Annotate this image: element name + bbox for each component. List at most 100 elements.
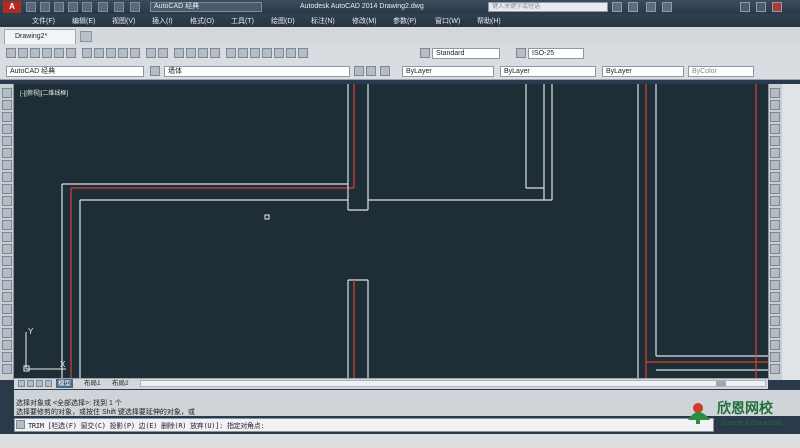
autocad-logo-icon[interactable]: A bbox=[3, 1, 21, 13]
modify-tool-icon[interactable] bbox=[770, 136, 780, 146]
menu-view[interactable]: 视图(V) bbox=[112, 16, 135, 26]
modify-tool-icon[interactable] bbox=[770, 148, 780, 158]
exchange-icon[interactable] bbox=[646, 2, 656, 12]
undo-icon[interactable] bbox=[98, 2, 108, 12]
close-icon[interactable] bbox=[772, 2, 782, 12]
draw-tool-icon[interactable] bbox=[2, 364, 12, 374]
layer-previous-icon[interactable] bbox=[366, 66, 376, 76]
modify-tool-icon[interactable] bbox=[770, 352, 780, 362]
color-combo[interactable]: ByLayer bbox=[402, 66, 494, 77]
tab-drawing2[interactable]: Drawing2* bbox=[4, 29, 76, 44]
first-tab-icon[interactable] bbox=[18, 380, 25, 387]
zoom-realtime-icon[interactable] bbox=[186, 48, 196, 58]
draw-tool-icon[interactable] bbox=[2, 304, 12, 314]
scrollbar-thumb[interactable] bbox=[716, 381, 726, 386]
save-as-icon[interactable] bbox=[68, 2, 78, 12]
draw-tool-icon[interactable] bbox=[2, 280, 12, 290]
menu-help[interactable]: 帮助(H) bbox=[477, 16, 501, 26]
draw-tool-icon[interactable] bbox=[2, 256, 12, 266]
menu-draw[interactable]: 绘图(D) bbox=[271, 16, 295, 26]
save-icon[interactable] bbox=[30, 48, 40, 58]
modify-tool-icon[interactable] bbox=[770, 364, 780, 374]
copy-icon[interactable] bbox=[94, 48, 104, 58]
menu-dimension[interactable]: 标注(N) bbox=[311, 16, 335, 26]
menu-tools[interactable]: 工具(T) bbox=[231, 16, 254, 26]
modify-tool-icon[interactable] bbox=[770, 292, 780, 302]
quick-access-dropdown-icon[interactable] bbox=[130, 2, 140, 12]
properties-icon[interactable] bbox=[226, 48, 236, 58]
pan-icon[interactable] bbox=[174, 48, 184, 58]
minimize-icon[interactable] bbox=[740, 2, 750, 12]
tool-palettes-icon[interactable] bbox=[250, 48, 260, 58]
menu-parametric[interactable]: 参数(P) bbox=[393, 16, 416, 26]
draw-tool-icon[interactable] bbox=[2, 172, 12, 182]
menu-modify[interactable]: 修改(M) bbox=[352, 16, 377, 26]
workspace-selector[interactable]: AutoCAD 经典 bbox=[150, 2, 262, 12]
menu-format[interactable]: 格式(O) bbox=[190, 16, 214, 26]
menu-file[interactable]: 文件(F) bbox=[32, 16, 55, 26]
zoom-previous-icon[interactable] bbox=[210, 48, 220, 58]
draw-tool-icon[interactable] bbox=[2, 184, 12, 194]
open-icon[interactable] bbox=[18, 48, 28, 58]
layer-state-icon[interactable] bbox=[380, 66, 390, 76]
command-close-icon[interactable] bbox=[16, 420, 25, 429]
modify-tool-icon[interactable] bbox=[770, 184, 780, 194]
draw-tool-icon[interactable] bbox=[2, 100, 12, 110]
match-properties-icon[interactable] bbox=[118, 48, 128, 58]
publish-icon[interactable] bbox=[66, 48, 76, 58]
draw-tool-icon[interactable] bbox=[2, 316, 12, 326]
modify-tool-icon[interactable] bbox=[770, 316, 780, 326]
modify-tool-icon[interactable] bbox=[770, 172, 780, 182]
help-search-input[interactable]: 键入关键字或短语 bbox=[488, 2, 608, 12]
modify-tool-icon[interactable] bbox=[770, 244, 780, 254]
plot-preview-icon[interactable] bbox=[54, 48, 64, 58]
modify-tool-icon[interactable] bbox=[770, 196, 780, 206]
modify-tool-icon[interactable] bbox=[770, 280, 780, 290]
help-icon[interactable] bbox=[662, 2, 672, 12]
sheet-set-icon[interactable] bbox=[262, 48, 272, 58]
tab-layout2[interactable]: 布局2 bbox=[110, 379, 131, 388]
paste-icon[interactable] bbox=[106, 48, 116, 58]
maximize-icon[interactable] bbox=[756, 2, 766, 12]
layer-properties-icon[interactable] bbox=[150, 66, 160, 76]
modify-tool-icon[interactable] bbox=[770, 304, 780, 314]
modify-tool-icon[interactable] bbox=[770, 160, 780, 170]
new-icon[interactable] bbox=[26, 2, 36, 12]
prev-tab-icon[interactable] bbox=[27, 380, 34, 387]
new-tab-icon[interactable] bbox=[80, 31, 92, 42]
markup-icon[interactable] bbox=[274, 48, 284, 58]
sign-in-icon[interactable] bbox=[628, 2, 638, 12]
tab-layout1[interactable]: 布局1 bbox=[82, 379, 103, 388]
draw-tool-icon[interactable] bbox=[2, 268, 12, 278]
zoom-window-icon[interactable] bbox=[198, 48, 208, 58]
text-style-icon[interactable] bbox=[420, 48, 430, 58]
lineweight-combo[interactable]: ByLayer bbox=[602, 66, 684, 77]
draw-tool-icon[interactable] bbox=[2, 88, 12, 98]
modify-tool-icon[interactable] bbox=[770, 100, 780, 110]
draw-tool-icon[interactable] bbox=[2, 160, 12, 170]
draw-tool-icon[interactable] bbox=[2, 208, 12, 218]
modify-tool-icon[interactable] bbox=[770, 256, 780, 266]
draw-tool-icon[interactable] bbox=[2, 220, 12, 230]
undo-icon[interactable] bbox=[146, 48, 156, 58]
open-icon[interactable] bbox=[40, 2, 50, 12]
help-icon[interactable] bbox=[298, 48, 308, 58]
tab-model[interactable]: 模型 bbox=[56, 379, 73, 388]
search-icon[interactable] bbox=[612, 2, 622, 12]
modify-tool-icon[interactable] bbox=[770, 208, 780, 218]
modify-tool-icon[interactable] bbox=[770, 88, 780, 98]
draw-tool-icon[interactable] bbox=[2, 292, 12, 302]
draw-tool-icon[interactable] bbox=[2, 196, 12, 206]
horizontal-scrollbar[interactable] bbox=[140, 380, 766, 387]
draw-tool-icon[interactable] bbox=[2, 340, 12, 350]
draw-tool-icon[interactable] bbox=[2, 124, 12, 134]
modify-tool-icon[interactable] bbox=[770, 268, 780, 278]
last-tab-icon[interactable] bbox=[45, 380, 52, 387]
draw-tool-icon[interactable] bbox=[2, 244, 12, 254]
modify-tool-icon[interactable] bbox=[770, 112, 780, 122]
block-editor-icon[interactable] bbox=[130, 48, 140, 58]
modify-tool-icon[interactable] bbox=[770, 220, 780, 230]
modify-tool-icon[interactable] bbox=[770, 328, 780, 338]
save-icon[interactable] bbox=[54, 2, 64, 12]
print-icon[interactable] bbox=[82, 2, 92, 12]
